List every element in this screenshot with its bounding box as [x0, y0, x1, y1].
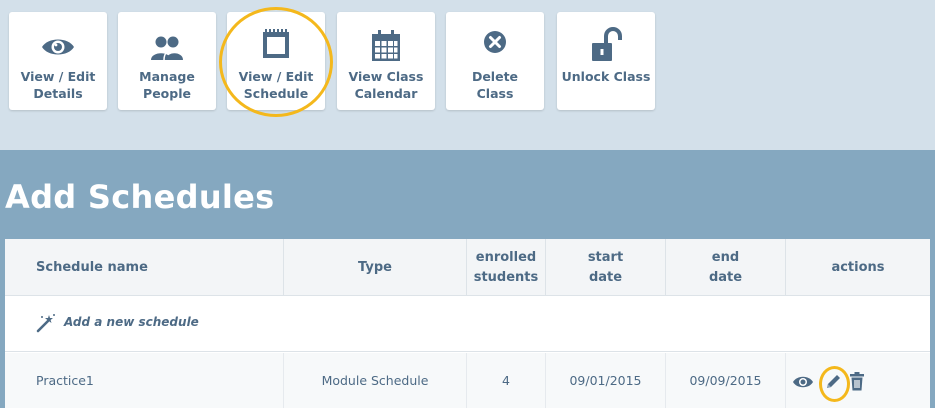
column-header-start-date[interactable]: start date	[546, 239, 666, 296]
notepad-icon	[227, 28, 325, 60]
people-icon	[118, 34, 216, 66]
add-schedule-link[interactable]: Add a new schedule	[64, 315, 199, 329]
button-label: View Class Calendar	[348, 69, 424, 101]
toolbar: View / Edit Details Manage People View / E…	[0, 0, 935, 150]
view-edit-details-button[interactable]: View / Edit Details	[9, 12, 107, 110]
end-date-cell: 09/09/2015	[666, 353, 786, 408]
calendar-icon	[337, 30, 435, 62]
table-header: Schedule name Type enrolled students star…	[5, 239, 930, 296]
add-schedule-row[interactable]: Add a new schedule	[5, 296, 930, 352]
unlock-class-button[interactable]: Unlock Class	[557, 12, 655, 110]
column-header-type[interactable]: Type	[284, 239, 467, 296]
trash-icon[interactable]	[849, 372, 865, 394]
schedules-table: Schedule name Type enrolled students star…	[5, 239, 930, 408]
close-circle-icon	[446, 30, 544, 62]
eye-icon	[9, 34, 107, 66]
schedules-panel: Add Schedules Schedule name Type enrolle…	[0, 150, 935, 408]
edit-pencil-icon[interactable]	[824, 373, 842, 394]
start-date-cell: 09/01/2015	[546, 353, 666, 408]
schedule-type-cell: Module Schedule	[284, 353, 467, 408]
magic-wand-icon	[36, 313, 56, 337]
button-label: View / Edit Details	[20, 69, 96, 101]
schedule-name-cell: Practice1	[5, 353, 284, 408]
actions-cell	[786, 353, 930, 408]
button-label: Delete Class	[471, 69, 519, 101]
column-header-actions: actions	[831, 259, 885, 275]
unlock-icon	[557, 26, 655, 61]
view-class-calendar-button[interactable]: View Class Calendar	[337, 12, 435, 110]
column-header-enrolled[interactable]: enrolled students	[467, 239, 546, 296]
button-label: Manage People	[139, 69, 195, 101]
delete-class-button[interactable]: Delete Class	[446, 12, 544, 110]
column-header-name[interactable]: Schedule name	[5, 239, 284, 296]
page-title: Add Schedules	[5, 178, 275, 216]
column-header-end-date[interactable]: end date	[666, 239, 786, 296]
button-label: View / Edit Schedule	[238, 69, 314, 101]
manage-people-button[interactable]: Manage People	[118, 12, 216, 110]
view-eye-icon[interactable]	[792, 375, 814, 392]
view-edit-schedule-button[interactable]: View / Edit Schedule	[227, 12, 325, 110]
table-row: Practice1 Module Schedule 4 09/01/2015 0…	[5, 353, 930, 408]
enrolled-cell: 4	[467, 353, 546, 408]
button-label: Unlock Class	[561, 69, 651, 84]
